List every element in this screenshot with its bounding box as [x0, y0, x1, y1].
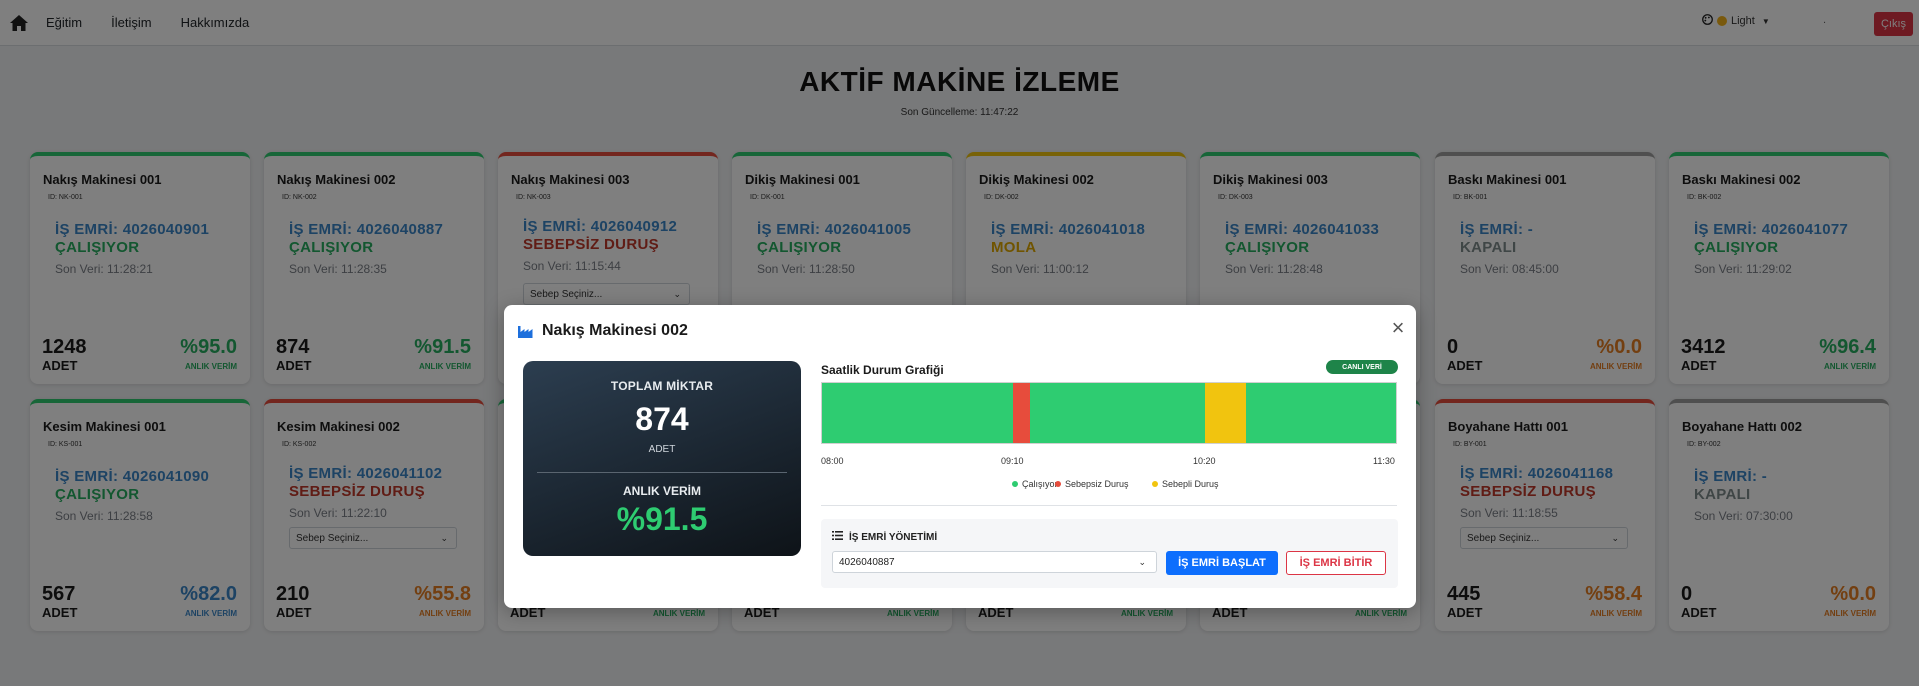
timeline-tick-label: 11:30	[1373, 456, 1395, 466]
timeline-segment	[1029, 383, 1205, 443]
work-order-panel: İŞ EMRİ YÖNETİMİ 4026040887 ⌄ İŞ EMRİ BA…	[821, 519, 1398, 588]
timeline-segment	[1204, 383, 1246, 443]
work-order-select[interactable]: 4026040887 ⌄	[832, 551, 1157, 573]
legend-dot	[1152, 481, 1158, 487]
legend-dot	[1055, 481, 1061, 487]
list-icon	[832, 531, 843, 543]
total-quantity-unit: ADET	[648, 444, 676, 455]
factory-icon	[518, 324, 534, 338]
legend-item: Sebepsiz Duruş	[1055, 479, 1129, 489]
legend-item: Çalışıyor	[1012, 479, 1058, 489]
total-quantity-value: 874	[635, 401, 689, 437]
legend-label: Çalışıyor	[1022, 479, 1058, 489]
end-work-order-button[interactable]: İŞ EMRİ BİTİR	[1286, 551, 1386, 575]
legend-dot	[1012, 481, 1018, 487]
timeline-segment	[1013, 383, 1030, 443]
legend-label: Sebepli Duruş	[1162, 479, 1219, 489]
timeline-segment	[1245, 383, 1396, 443]
start-work-order-button[interactable]: İŞ EMRİ BAŞLAT	[1166, 551, 1278, 575]
timeline-tick-label: 10:20	[1193, 456, 1216, 466]
modal-title: Nakış Makinesi 002	[542, 322, 688, 339]
stats-panel: TOPLAM MİKTAR 874 ADET ANLIK VERİM %91.5	[523, 361, 801, 556]
legend-label: Sebepsiz Duruş	[1065, 479, 1129, 489]
live-badge: CANLI VERİ	[1326, 360, 1398, 374]
modal-divider	[821, 505, 1397, 506]
chevron-down-icon: ⌄	[1138, 556, 1146, 567]
close-icon[interactable]: ×	[1388, 317, 1408, 339]
timeline-legend: Çalışıyor Sebepsiz Duruş Sebepli Duruş	[504, 479, 1416, 491]
stats-divider	[537, 472, 787, 473]
status-timeline	[821, 382, 1397, 444]
chart-title: Saatlik Durum Grafiği	[821, 363, 944, 377]
legend-item: Sebepli Duruş	[1152, 479, 1219, 489]
machine-detail-modal: Nakış Makinesi 002 × TOPLAM MİKTAR 874 A…	[504, 305, 1416, 608]
work-order-heading-label: İŞ EMRİ YÖNETİMİ	[849, 531, 938, 543]
work-order-heading: İŞ EMRİ YÖNETİMİ	[832, 531, 937, 543]
work-order-selected: 4026040887	[839, 556, 895, 568]
timeline-tick-label: 09:10	[1001, 456, 1024, 466]
total-quantity-label: TOPLAM MİKTAR	[610, 379, 714, 393]
timeline-segment	[822, 383, 1014, 443]
efficiency-value: %91.5	[616, 501, 708, 537]
timeline-tick-label: 08:00	[821, 456, 844, 466]
